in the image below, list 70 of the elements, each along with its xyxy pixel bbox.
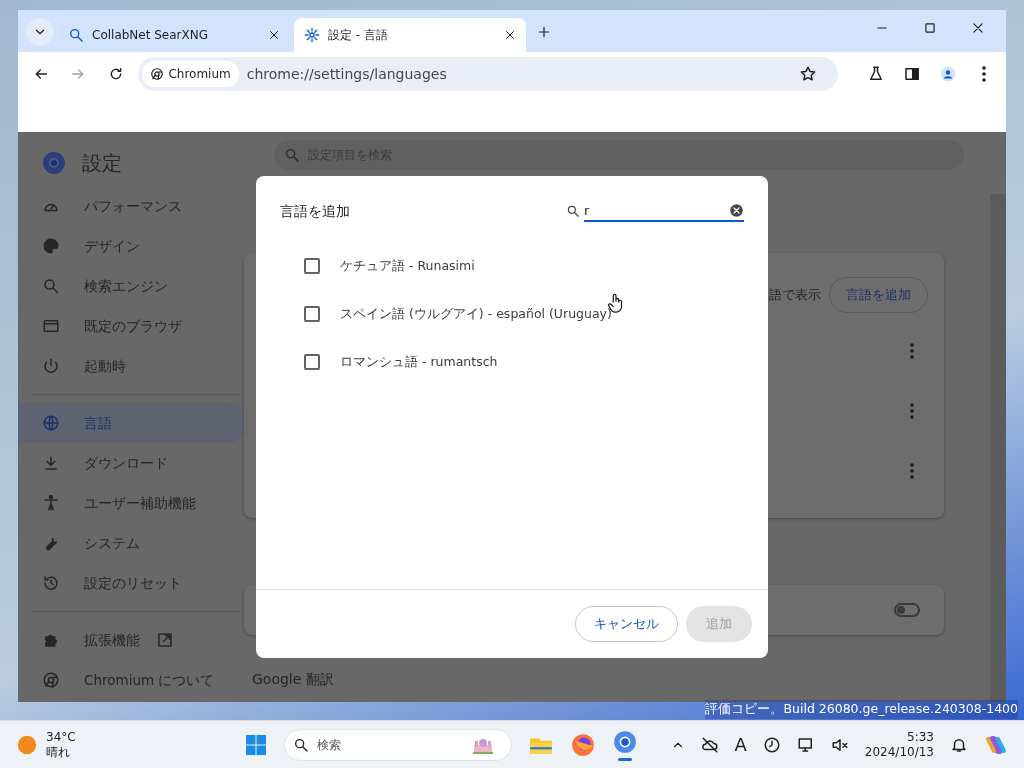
kebab-menu-icon[interactable] — [910, 343, 914, 359]
sidebar-item[interactable]: 拡張機能 — [18, 620, 248, 660]
history-icon — [42, 574, 60, 592]
chromium-logo-icon — [42, 151, 66, 175]
temperature-text: 34°C — [46, 729, 76, 745]
power-icon — [42, 357, 60, 375]
card-text: 語で表示 — [769, 286, 821, 305]
plus-icon — [537, 25, 551, 39]
sun-icon — [16, 733, 38, 756]
profile-icon — [939, 65, 957, 83]
clock-icon[interactable] — [762, 735, 781, 754]
close-icon — [268, 29, 280, 41]
chromium-icon — [150, 67, 165, 81]
close-icon — [971, 21, 985, 35]
address-bar[interactable]: Chromium chrome://settings/languages — [138, 57, 838, 91]
site-info-chip[interactable]: Chromium — [142, 61, 239, 87]
language-option[interactable]: ケチュア語 - Runasimi — [304, 242, 720, 290]
download-icon — [42, 454, 60, 472]
browser-tab[interactable]: 設定 - 言語 — [294, 18, 526, 52]
sidebar-item[interactable]: 既定のブラウザ — [18, 306, 248, 346]
kebab-menu-icon[interactable] — [910, 403, 914, 419]
settings-icon — [304, 27, 320, 43]
sidebar-item[interactable]: システム — [18, 523, 248, 563]
checkbox[interactable] — [304, 306, 320, 322]
settings-title: 設定 — [82, 150, 122, 177]
start-icon[interactable] — [243, 732, 268, 757]
search-icon — [292, 736, 309, 753]
search-icon — [68, 27, 84, 43]
search-icon — [42, 277, 60, 295]
chromium-icon — [611, 728, 638, 755]
taskbar-search[interactable]: 検索 — [283, 728, 512, 761]
clock-button[interactable]: 5:33 2024/10/13 — [864, 729, 934, 760]
palette-icon — [42, 237, 60, 255]
watermark-text: 評価コピー。Build 26080.ge_release.240308-1400 — [705, 700, 1018, 719]
cancel-button[interactable]: キャンセル — [575, 606, 678, 642]
input-mode-indicator[interactable]: A — [734, 731, 747, 758]
section-heading: Google 翻訳 — [252, 670, 335, 689]
scrollbar[interactable] — [990, 194, 1006, 702]
cloud-off-icon[interactable] — [700, 735, 719, 754]
firefox-icon[interactable] — [569, 731, 596, 758]
sidebar-item[interactable]: 検索エンジン — [18, 266, 248, 306]
language-option[interactable]: ロマンシュ語 - rumantsch — [304, 338, 720, 386]
language-option[interactable]: スペイン語 (ウルグアイ) - español (Uruguay) — [304, 290, 720, 338]
dialog-title: 言語を追加 — [280, 201, 350, 221]
sidebar-item[interactable]: Chromium について — [18, 660, 248, 700]
search-icon — [284, 147, 300, 163]
browser-tab[interactable]: CollabNet SearXNG — [58, 18, 290, 52]
sidebar-item[interactable]: 設定のリセット — [18, 563, 248, 603]
sidebar-item[interactable]: ダウンロード — [18, 443, 248, 483]
checkbox[interactable] — [304, 354, 320, 370]
network-icon[interactable] — [796, 735, 815, 754]
person-icon — [42, 494, 60, 512]
sidebar-item[interactable]: デザイン — [18, 226, 248, 266]
clear-icon[interactable] — [729, 203, 744, 218]
browser-window-icon — [42, 317, 60, 335]
side-panel-icon — [903, 65, 921, 83]
flask-icon — [867, 65, 885, 83]
toggle-switch[interactable] — [894, 603, 920, 617]
chromium-icon — [42, 671, 60, 689]
sidebar-item[interactable]: 起動時 — [18, 346, 248, 386]
close-icon — [504, 29, 516, 41]
taskbar-browser-button[interactable] — [611, 728, 638, 761]
star-icon — [799, 65, 817, 83]
kebab-menu-icon — [982, 66, 986, 82]
globe-icon — [42, 414, 60, 432]
checkbox[interactable] — [304, 258, 320, 274]
kebab-menu-icon[interactable] — [910, 463, 914, 479]
search-icon — [566, 204, 580, 218]
maximize-icon — [923, 21, 937, 35]
weather-text: 晴れ — [46, 744, 71, 760]
